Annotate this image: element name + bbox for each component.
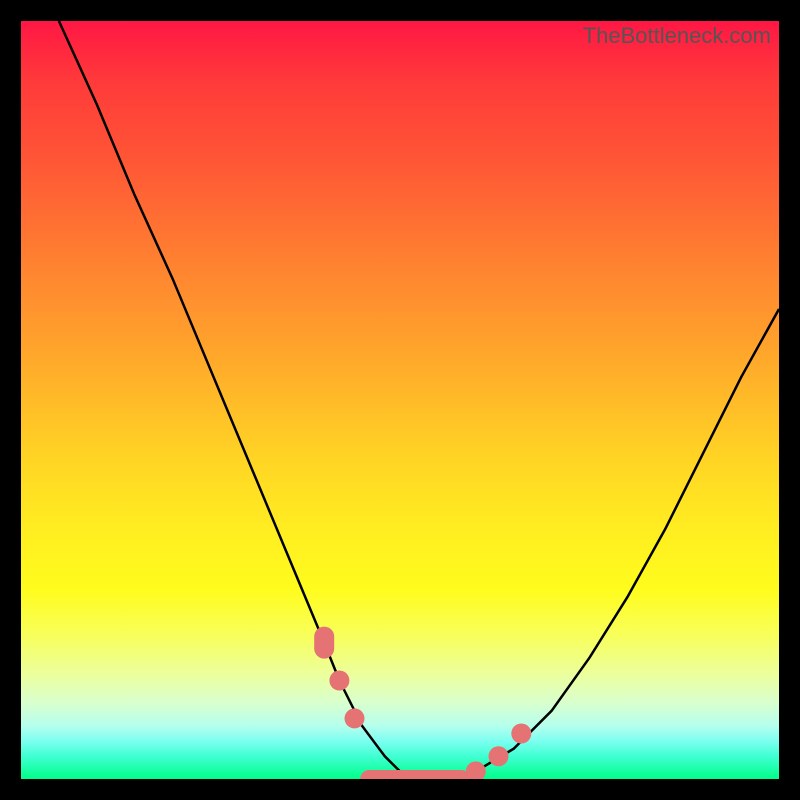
curve-svg [21,21,779,779]
marker-dot [329,671,349,691]
marker-bar [360,770,470,779]
marker-dot [511,724,531,744]
marker-pill [314,627,334,659]
bottleneck-curve [59,21,779,779]
marker-dot [466,761,486,779]
marker-dot [345,708,365,728]
watermark-text: TheBottleneck.com [583,23,771,49]
plot-area: TheBottleneck.com [21,21,779,779]
curve-markers [314,627,531,779]
chart-container: TheBottleneck.com [0,0,800,800]
marker-dot [489,746,509,766]
